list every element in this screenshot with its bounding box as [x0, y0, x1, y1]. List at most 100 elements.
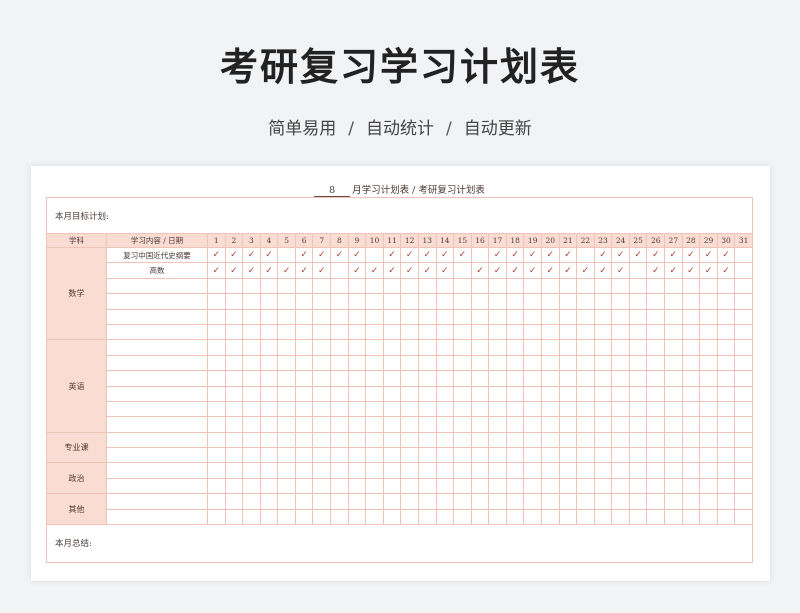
day-cell[interactable] — [453, 462, 472, 479]
day-cell[interactable] — [400, 477, 419, 495]
day-cell[interactable] — [330, 308, 349, 325]
day-cell[interactable] — [699, 308, 718, 325]
day-cell[interactable] — [347, 508, 367, 526]
day-cell[interactable] — [224, 416, 244, 433]
day-cell[interactable] — [365, 339, 384, 356]
day-cell[interactable] — [558, 462, 578, 479]
day-cell[interactable] — [558, 493, 578, 510]
day-cell[interactable] — [312, 370, 332, 387]
day-cell[interactable] — [365, 462, 384, 479]
day-cell[interactable] — [453, 447, 472, 464]
day-cell[interactable] — [611, 477, 630, 495]
day-cell[interactable] — [488, 477, 507, 495]
day-cell[interactable] — [576, 477, 595, 495]
day-cell[interactable] — [558, 508, 578, 526]
day-cell[interactable] — [611, 339, 630, 356]
day-cell[interactable] — [628, 385, 648, 402]
day-cell[interactable] — [312, 508, 332, 526]
day-cell[interactable] — [277, 339, 296, 356]
day-cell[interactable] — [505, 277, 525, 295]
day-cell[interactable] — [277, 508, 296, 526]
day-cell[interactable] — [400, 354, 419, 372]
day-cell[interactable] — [453, 308, 472, 325]
day-cell[interactable] — [558, 277, 578, 295]
day-cell[interactable] — [664, 323, 683, 341]
day-cell[interactable] — [734, 308, 753, 325]
day-cell[interactable] — [400, 493, 419, 510]
day-cell[interactable] — [312, 477, 332, 495]
day-cell[interactable] — [576, 339, 595, 356]
day-cell[interactable] — [294, 339, 314, 356]
day-cell[interactable] — [435, 431, 455, 449]
day-cell[interactable] — [207, 477, 226, 495]
day-cell[interactable]: ✓ — [312, 262, 332, 279]
day-cell[interactable] — [294, 477, 314, 495]
day-cell[interactable] — [312, 493, 332, 510]
day-cell[interactable] — [435, 323, 455, 341]
day-cell[interactable] — [382, 400, 402, 418]
day-cell[interactable] — [382, 508, 402, 526]
day-cell[interactable] — [628, 323, 648, 341]
day-cell[interactable] — [294, 370, 314, 387]
day-cell[interactable] — [400, 416, 419, 433]
day-cell[interactable] — [540, 462, 560, 479]
day-cell[interactable] — [593, 370, 613, 387]
day-cell[interactable] — [365, 431, 384, 449]
day-cell[interactable] — [417, 447, 437, 464]
day-cell[interactable] — [347, 416, 367, 433]
day-cell[interactable]: ✓ — [664, 262, 683, 279]
day-cell[interactable]: ✓ — [505, 262, 525, 279]
day-cell[interactable] — [611, 370, 630, 387]
day-cell[interactable] — [523, 477, 542, 495]
day-cell[interactable] — [400, 447, 419, 464]
day-cell[interactable] — [382, 293, 402, 310]
day-cell[interactable] — [646, 400, 666, 418]
day-cell[interactable] — [435, 339, 455, 356]
day-cell[interactable] — [505, 447, 525, 464]
day-cell[interactable] — [453, 385, 472, 402]
day-cell[interactable] — [628, 293, 648, 310]
day-cell[interactable] — [628, 339, 648, 356]
content-cell[interactable] — [106, 293, 208, 310]
day-cell[interactable] — [664, 462, 683, 479]
day-cell[interactable] — [505, 354, 525, 372]
day-cell[interactable] — [453, 323, 472, 341]
day-cell[interactable]: ✓ — [470, 262, 490, 279]
day-cell[interactable] — [523, 339, 542, 356]
day-cell[interactable] — [347, 462, 367, 479]
day-cell[interactable] — [540, 293, 560, 310]
day-cell[interactable] — [628, 508, 648, 526]
month-field[interactable]: 8 — [314, 185, 351, 197]
day-cell[interactable] — [734, 293, 753, 310]
day-cell[interactable] — [628, 354, 648, 372]
day-cell[interactable] — [681, 308, 701, 325]
day-cell[interactable] — [576, 277, 595, 295]
day-cell[interactable] — [453, 370, 472, 387]
day-cell[interactable] — [523, 493, 542, 510]
day-cell[interactable] — [488, 462, 507, 479]
day-cell[interactable] — [611, 462, 630, 479]
day-cell[interactable] — [294, 508, 314, 526]
day-cell[interactable] — [576, 447, 595, 464]
day-cell[interactable] — [330, 339, 349, 356]
day-cell[interactable] — [646, 493, 666, 510]
day-cell[interactable] — [611, 385, 630, 402]
day-cell[interactable]: ✓ — [207, 246, 226, 264]
day-cell[interactable] — [207, 493, 226, 510]
day-cell[interactable]: ✓ — [435, 262, 455, 279]
day-cell[interactable] — [470, 400, 490, 418]
day-cell[interactable] — [382, 477, 402, 495]
day-cell[interactable]: ✓ — [435, 246, 455, 264]
day-cell[interactable]: ✓ — [646, 246, 666, 264]
day-cell[interactable] — [259, 477, 279, 495]
content-cell[interactable] — [106, 308, 208, 325]
day-cell[interactable] — [699, 323, 718, 341]
day-cell[interactable] — [224, 277, 244, 295]
day-cell[interactable] — [716, 293, 736, 310]
day-cell[interactable] — [540, 354, 560, 372]
day-cell[interactable]: ✓ — [347, 246, 367, 264]
day-cell[interactable] — [242, 477, 261, 495]
day-cell[interactable] — [505, 323, 525, 341]
day-cell[interactable]: ✓ — [540, 262, 560, 279]
day-cell[interactable] — [523, 354, 542, 372]
